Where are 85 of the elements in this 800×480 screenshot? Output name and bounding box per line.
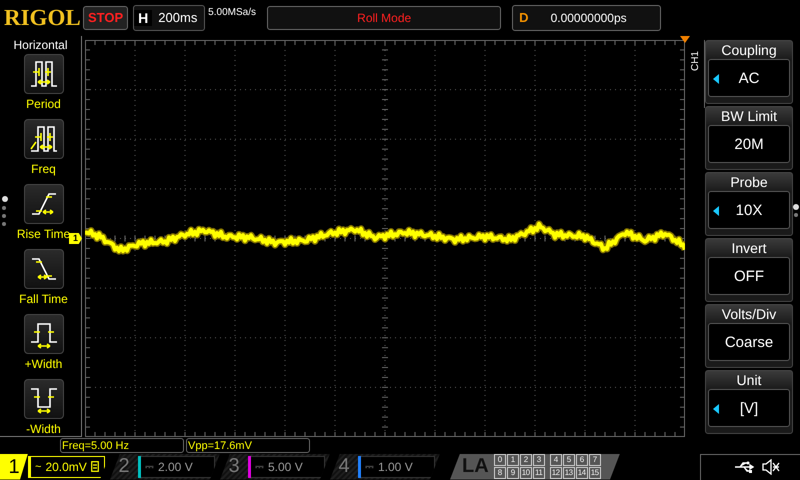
delay-label: D xyxy=(518,10,530,25)
measure-button[interactable] xyxy=(24,249,64,289)
channel-scale: 1.00 V xyxy=(378,460,413,474)
coupling-symbol: ⎓ xyxy=(145,460,154,472)
menu-item-value: 20M xyxy=(734,136,764,152)
digital-channel-number: 7 xyxy=(588,454,601,466)
coupling-symbol: ~ xyxy=(35,460,42,472)
menu-item-value: Coarse xyxy=(724,334,774,350)
menu-item-value: [V] xyxy=(740,400,758,416)
measurement-readout: Vpp=17.6mV xyxy=(186,438,310,453)
negative-pulse-icon xyxy=(30,388,56,414)
rising-edge-icon xyxy=(32,193,56,215)
menu-item-title: Invert xyxy=(731,239,766,257)
digital-channel-number: 5 xyxy=(562,454,575,466)
run-stop-button[interactable]: STOP xyxy=(83,6,128,30)
square-wave-period-icon xyxy=(30,61,56,87)
measure-label: -Width xyxy=(26,422,61,436)
menu-item[interactable]: Probe 10X xyxy=(705,172,793,236)
digital-channel-number: 0 xyxy=(494,454,506,466)
digital-channel-number: 4 xyxy=(550,454,562,466)
channel-scale: 5.00 V xyxy=(268,460,303,474)
measure-label: Fall Time xyxy=(19,292,68,306)
menu-item-title: Volts/Div xyxy=(722,305,776,323)
measure-label: Period xyxy=(26,97,61,111)
timebase-value: 200ms xyxy=(157,10,198,25)
menu-item-title: Probe xyxy=(730,173,768,191)
measure-label: +Width xyxy=(24,357,62,371)
menu-title: Horizontal xyxy=(13,37,68,54)
menu-item-title: BW Limit xyxy=(721,107,777,125)
positive-pulse-icon xyxy=(30,323,56,349)
channel-number: 4 xyxy=(337,455,351,478)
delay-display[interactable]: D 0.00000000ps xyxy=(512,4,662,30)
menu-item-value: OFF xyxy=(734,268,764,284)
channel-tab[interactable]: 4 ⎓ 1.00 V xyxy=(330,454,440,480)
measure-label: Rise Time xyxy=(16,227,70,241)
digital-channel-number: 2 xyxy=(520,454,532,466)
usb-icon xyxy=(734,461,756,473)
menu-item-title: Unit xyxy=(736,371,762,389)
timebase-display[interactable]: H 200ms xyxy=(133,4,206,30)
menu-item[interactable]: Coupling AC xyxy=(705,40,793,104)
channel-scale: 20.0mV xyxy=(45,460,87,474)
digital-channel-number: 10 xyxy=(520,467,532,479)
menu-item[interactable]: BW Limit 20M xyxy=(705,106,793,170)
channel-marker[interactable]: 1 xyxy=(69,233,82,244)
menu-item-value: AC xyxy=(738,70,760,86)
menu-item[interactable]: Unit [V] xyxy=(705,370,793,434)
channel-scale: 2.00 V xyxy=(158,460,193,474)
digital-channel-number: 11 xyxy=(532,467,545,479)
trigger-position-icon[interactable] xyxy=(680,36,690,43)
logic-analyzer-tab[interactable]: LA 0 1 2 3 8 9 10 11 4 5 6 7 12 13 14 15 xyxy=(450,454,620,480)
measure-button[interactable] xyxy=(24,184,64,224)
channel-tab[interactable]: 2 ⎓ 2.00 V xyxy=(110,454,220,480)
trigger-mode-display: Roll Mode xyxy=(267,6,502,30)
coupling-symbol: ⎓ xyxy=(255,460,264,472)
channel-tab[interactable]: 3 ⎓ 5.00 V xyxy=(220,454,330,480)
digital-channel-number: 8 xyxy=(494,467,506,479)
menu-item-title: Coupling xyxy=(721,41,777,59)
digital-channel-number: 1 xyxy=(506,454,519,466)
measure-button[interactable] xyxy=(24,54,64,94)
channel-number: 2 xyxy=(117,455,131,478)
digital-channel-number: 13 xyxy=(562,467,575,479)
digital-channel-number: 9 xyxy=(506,467,519,479)
digital-channel-number: 15 xyxy=(588,467,601,479)
falling-edge-icon xyxy=(32,258,56,280)
measure-button[interactable] xyxy=(24,314,64,354)
measure-label: Freq xyxy=(31,162,56,176)
measure-button[interactable] xyxy=(24,119,64,159)
sample-rate: 5.00MSa/s xyxy=(208,7,257,18)
menu-item[interactable]: Invert OFF xyxy=(705,238,793,302)
measurement-readout: Freq=5.00 Hz xyxy=(60,438,184,453)
coupling-symbol: ⎓ xyxy=(365,460,374,472)
menu-item[interactable]: Volts/Div Coarse xyxy=(705,304,793,368)
digital-channel-number: 6 xyxy=(576,454,588,466)
delay-value: 0.00000000ps xyxy=(550,10,627,24)
digital-channel-number: 14 xyxy=(576,467,588,479)
timebase-label: H xyxy=(134,10,152,26)
channel-number: 1 xyxy=(0,454,28,480)
digital-channel-number: 3 xyxy=(532,454,545,466)
channel-number: 3 xyxy=(227,455,241,478)
square-wave-frequency-icon xyxy=(30,126,56,152)
brand-logo: RIGOL xyxy=(4,4,80,30)
speaker-muted-icon xyxy=(762,459,780,475)
digital-channel-number: 12 xyxy=(550,467,562,479)
menu-item-value: 10X xyxy=(736,202,762,218)
measure-button[interactable] xyxy=(24,379,64,419)
